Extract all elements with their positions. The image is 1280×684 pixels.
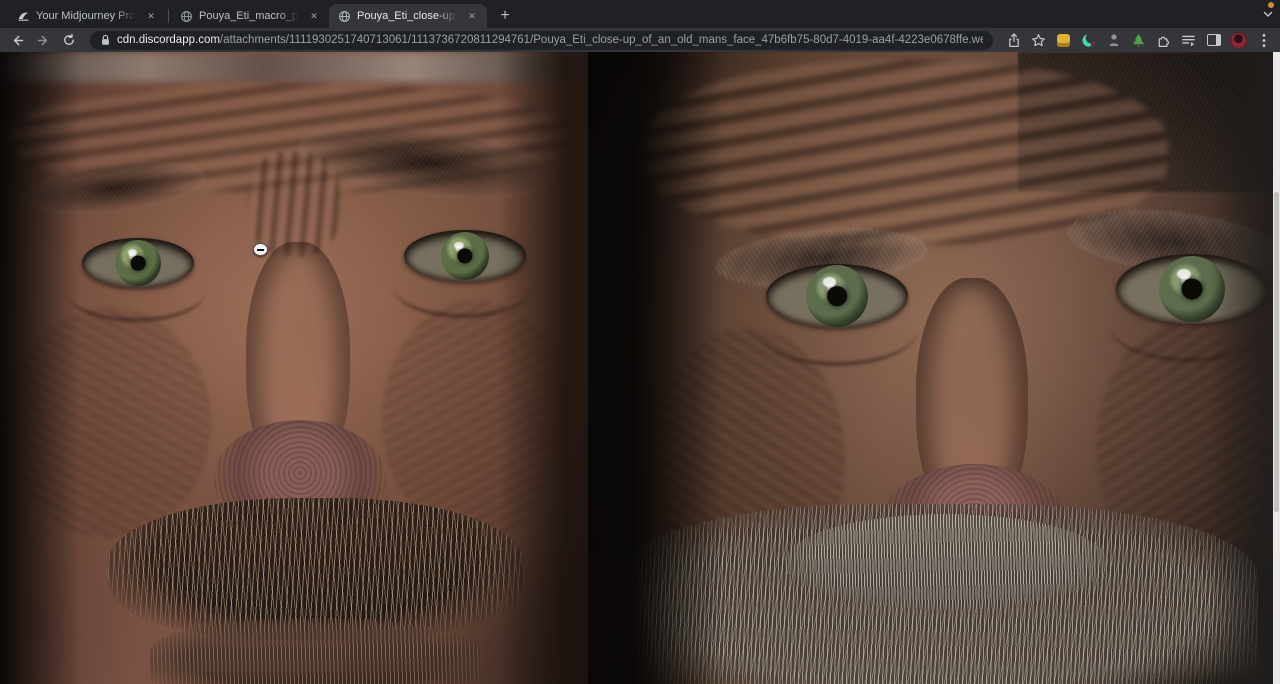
notification-dot [1268,2,1274,8]
extensions-puzzle-icon[interactable] [1155,32,1172,49]
right-portrait-shadow-left [588,52,723,684]
side-panel-icon[interactable] [1205,32,1222,49]
tab-separator [168,9,169,23]
left-portrait-shadow-left [0,52,80,684]
right-portrait-mustache [784,514,1108,610]
left-portrait-shadow-right [498,52,588,684]
left-portrait-chin-stubble [150,618,480,684]
tab-close-icon[interactable]: ✕ [144,9,158,23]
tab-search-chevron-icon[interactable] [1262,8,1274,20]
profile-avatar[interactable] [1230,32,1247,49]
reload-button[interactable] [60,31,78,49]
url-path: /attachments/1111930251740713061/1113736… [220,34,983,46]
zoom-out-cursor-icon [253,243,268,256]
midjourney-logo-icon [16,9,30,23]
toolbar: cdn.discordapp.com/attachments/111193025… [0,28,1280,52]
tab-macro-photo[interactable]: Pouya_Eti_macro_photo_of_a ✕ [171,4,329,28]
new-tab-button[interactable]: + [493,4,517,28]
right-portrait-image[interactable] [588,52,1280,684]
catchlight [454,242,464,249]
tab-label: Pouya_Eti_close-up_of_an_ol [357,10,459,22]
gray-extension-icon[interactable] [1105,32,1122,49]
page-content [0,52,1280,684]
tab-label: Your Midjourney Profile [36,10,138,22]
tab-close-icon[interactable]: ✕ [307,9,321,23]
browser-window: Your Midjourney Profile ✕ Pouya_Eti_macr… [0,0,1280,684]
tab-close-icon[interactable]: ✕ [465,9,479,23]
scrollbar-thumb[interactable] [1274,192,1279,512]
tab-strip: Your Midjourney Profile ✕ Pouya_Eti_macr… [0,0,1280,28]
scrollbar[interactable] [1273,52,1280,684]
forward-button[interactable] [34,31,52,49]
back-button[interactable] [8,31,26,49]
url-text: cdn.discordapp.com/attachments/111193025… [117,34,983,46]
toolbar-actions [1005,32,1272,49]
globe-icon [337,9,351,23]
three-dot-menu-icon[interactable] [1255,32,1272,49]
address-bar[interactable]: cdn.discordapp.com/attachments/111193025… [90,31,993,50]
tab-close-up-active[interactable]: Pouya_Eti_close-up_of_an_ol ✕ [329,4,487,28]
share-icon[interactable] [1005,32,1022,49]
url-host: cdn.discordapp.com [117,34,220,46]
catchlight [1177,269,1190,279]
catchlight [823,277,835,286]
tab-midjourney-profile[interactable]: Your Midjourney Profile ✕ [8,4,166,28]
globe-icon [179,9,193,23]
tab-label: Pouya_Eti_macro_photo_of_a [199,10,301,22]
lock-icon [100,34,111,46]
yellow-extension-icon[interactable] [1055,32,1072,49]
right-portrait-shadow-right [1210,52,1280,684]
tree-extension-icon[interactable] [1130,32,1147,49]
left-portrait-image[interactable] [0,52,588,684]
bookmark-star-icon[interactable] [1030,32,1047,49]
dark-reader-moon-icon[interactable] [1080,32,1097,49]
playlist-extension-icon[interactable] [1180,32,1197,49]
